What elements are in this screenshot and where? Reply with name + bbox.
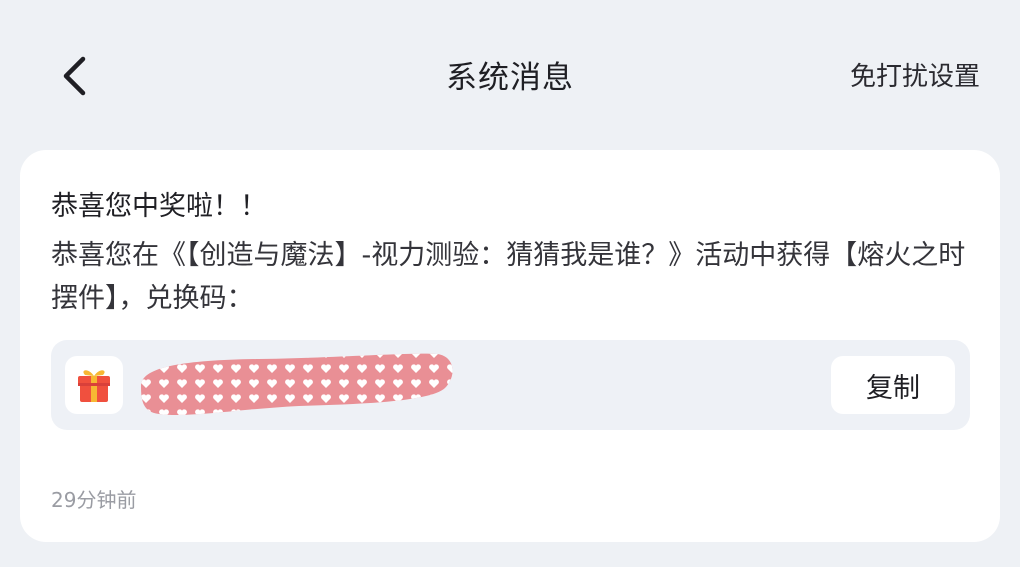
do-not-disturb-settings-link[interactable]: 免打扰设置 [850, 56, 980, 93]
copy-button[interactable]: 复制 [831, 356, 955, 414]
message-timestamp: 29分钟前 [51, 488, 137, 512]
message-body: 恭喜您在《【创造与魔法】-视力测验：猜猜我是谁？》活动中获得【熔火之时摆件】，兑… [51, 240, 966, 314]
gift-icon [78, 370, 110, 402]
app-header: 系统消息 免打扰设置 [0, 0, 1020, 150]
redacted-code-scribble [141, 353, 453, 416]
message-card: 恭喜您中奖啦！！ 恭喜您在《【创造与魔法】-视力测验：猜猜我是谁？》活动中获得【… [20, 150, 1000, 542]
redeem-code-box: 复制 [51, 340, 970, 430]
gift-icon-container [65, 356, 123, 414]
message-title: 恭喜您中奖啦！！ [51, 191, 267, 222]
